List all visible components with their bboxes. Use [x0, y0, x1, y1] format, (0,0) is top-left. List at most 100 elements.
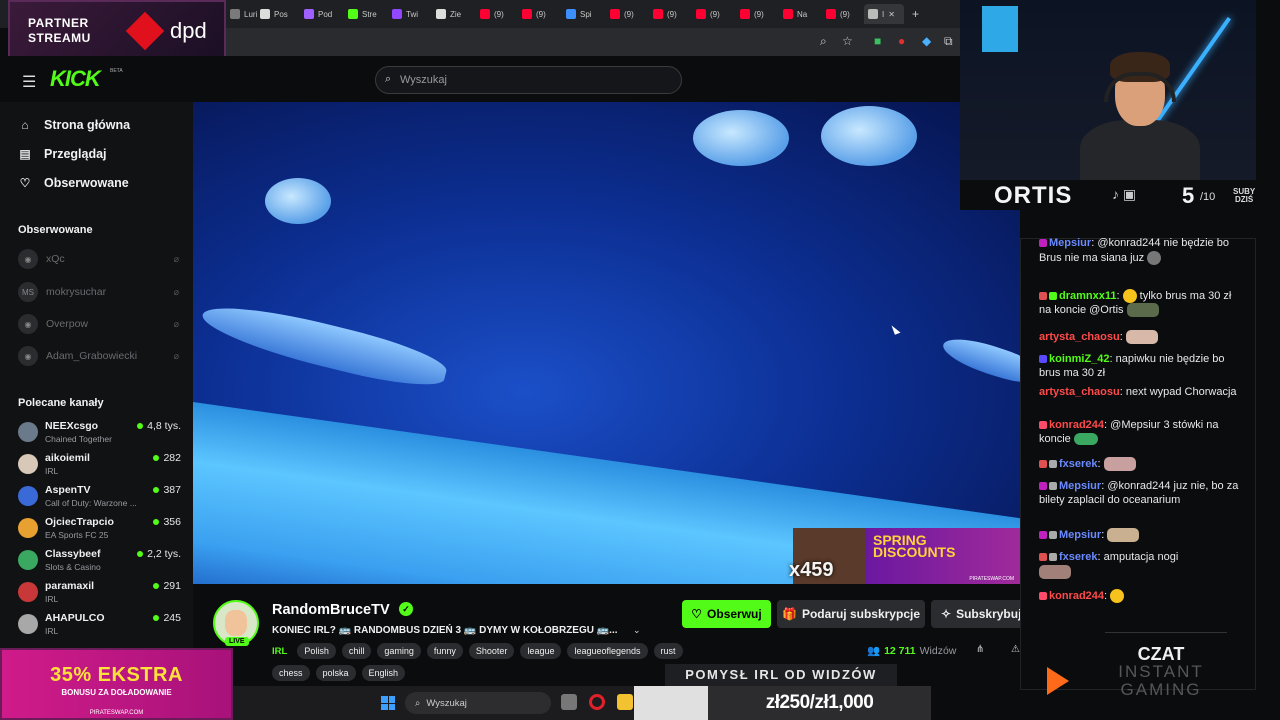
browser-tab[interactable]: Stre — [344, 4, 384, 24]
share-icon[interactable]: ⋔ — [976, 644, 984, 655]
browser-tab[interactable]: (9) — [649, 4, 689, 24]
browser-tab[interactable]: Spi — [562, 4, 602, 24]
browser-tab[interactable]: Pod — [300, 4, 340, 24]
extension-icon[interactable]: ● — [898, 34, 905, 48]
taskbar-search[interactable]: ⌕ Wyszukaj — [405, 692, 551, 714]
kick-logo[interactable]: KICK — [50, 66, 101, 92]
monitor — [982, 6, 1018, 52]
extension-icon[interactable]: ◆ — [922, 34, 931, 48]
address-bar[interactable]: ⌕ ☆ ■ ● ◆ ⧉ — [226, 28, 960, 56]
browser-tab-active[interactable]: I ✕ — [864, 4, 904, 24]
live-dot-icon — [137, 551, 144, 557]
zoom-icon[interactable]: ⌕ — [820, 34, 827, 49]
right-edge — [1256, 0, 1280, 720]
browser-tab[interactable]: (9) — [606, 4, 646, 24]
search-box[interactable]: ⌕ — [375, 66, 682, 94]
followed-channel[interactable]: ◉ xQc ⌀ — [18, 248, 183, 270]
offline-icon: ⌀ — [173, 253, 179, 264]
partner-line1: PARTNER — [28, 16, 89, 30]
recommended-channel[interactable]: Classybeef Slots & Casino 2,2 tys. — [18, 548, 183, 576]
tab-favicon — [783, 9, 793, 19]
chevron-down-icon[interactable]: ⌄ — [633, 625, 641, 636]
recommended-channel[interactable]: OjciecTrapcio EA Sports FC 25 356 — [18, 516, 183, 544]
bookmark-star-icon[interactable]: ☆ — [842, 34, 853, 48]
chat-message: Mepsiur: — [1039, 528, 1239, 542]
report-icon[interactable]: ⚠ — [1011, 644, 1020, 655]
followed-channel[interactable]: MS mokrysuchar ⌀ — [18, 281, 183, 303]
recommended-heading: Polecane kanały — [18, 397, 104, 409]
fish — [265, 178, 331, 224]
subscribe-button[interactable]: ✧ Subskrybuj — [931, 600, 1031, 628]
close-tab-icon[interactable]: ✕ — [888, 10, 895, 19]
tag[interactable]: Polish — [297, 643, 336, 659]
tag[interactable]: rust — [653, 643, 683, 659]
tag[interactable]: English — [361, 665, 406, 681]
video-player[interactable]: x459 SPRING DISCOUNTS PIRATESWAP.COM — [193, 102, 1020, 584]
badge-icon — [1049, 553, 1057, 562]
menu-icon[interactable]: ☰ — [22, 72, 36, 92]
recommended-channel[interactable]: aikoiemil IRL 282 — [18, 452, 183, 480]
browser-tab[interactable]: Na — [779, 4, 819, 24]
alert-image: x459 — [789, 528, 865, 584]
browser-tab[interactable]: Twi — [388, 4, 428, 24]
site-header: ☰ KICK BETA ⌕ — [0, 56, 960, 102]
browser-tab[interactable]: (9) — [822, 4, 862, 24]
sidebar-item-browse[interactable]: ▤ Przeglądaj — [18, 147, 106, 161]
tag[interactable]: league — [520, 643, 562, 659]
tab-favicon — [740, 9, 750, 19]
task-view-icon[interactable] — [561, 694, 577, 710]
chat-panel-title: CZAT — [1137, 644, 1185, 664]
sidebar-item-home[interactable]: ⌂ Strona główna — [18, 118, 130, 132]
followed-channel[interactable]: ◉ Adam_Grabowiecki ⌀ — [18, 345, 183, 367]
tag[interactable]: gaming — [377, 643, 421, 659]
search-input[interactable] — [400, 72, 670, 88]
recommended-channel[interactable]: NEEXcsgo Chained Together 4,8 tys. — [18, 420, 183, 448]
opera-icon[interactable] — [589, 694, 605, 710]
promo-site: PIRATESWAP.COM — [89, 710, 144, 716]
recommended-channel[interactable]: AspenTV Call of Duty: Warzone ... 387 — [18, 484, 183, 512]
follow-button[interactable]: ♡ Obserwuj — [682, 600, 771, 628]
browse-icon: ▤ — [19, 147, 31, 161]
tab-favicon — [653, 9, 663, 19]
sidebar-item-following[interactable]: ♡ Obserwowane — [18, 176, 129, 190]
instant-gaming-logo-icon — [1047, 667, 1069, 695]
tab-favicon — [436, 9, 446, 19]
followed-channel[interactable]: ◉ Overpow ⌀ — [18, 313, 183, 335]
new-tab-button[interactable]: + — [908, 4, 948, 24]
tag[interactable]: chill — [341, 643, 372, 659]
avatar — [18, 550, 38, 570]
extension-icon[interactable]: ■ — [874, 34, 881, 48]
browser-tab[interactable]: (9) — [518, 4, 558, 24]
browser-tab[interactable]: Pos — [256, 4, 296, 24]
gift-subs-button[interactable]: 🎁 Podaruj subskrypcje — [777, 600, 925, 628]
tag[interactable]: leagueoflegends — [567, 643, 648, 659]
promo-headline: 35% EKSTRA — [50, 664, 183, 686]
viewers-icon: 👥 — [867, 645, 881, 657]
folder-icon[interactable] — [617, 694, 633, 710]
chat-message: konrad244: — [1039, 589, 1239, 603]
live-dot-icon — [137, 423, 144, 429]
live-dot-icon — [153, 455, 160, 461]
browser-tab[interactable]: (9) — [736, 4, 776, 24]
chat-message: dramnxx11: tylko brus ma 30 zł na koncie… — [1039, 289, 1232, 318]
tag[interactable]: chess — [272, 665, 310, 681]
fish — [821, 106, 917, 166]
windows-start-icon[interactable] — [381, 696, 395, 710]
live-dot-icon — [153, 487, 160, 493]
tag[interactable]: funny — [426, 643, 463, 659]
offline-icon: ⌀ — [173, 286, 179, 297]
chat-message: artysta_chaosu: next wypad Chorwacja — [1039, 386, 1237, 398]
streamer-name[interactable]: RandomBruceTV — [272, 602, 390, 618]
category-link[interactable]: IRL — [272, 646, 287, 657]
chat-message: Mepsiur: @konrad244 nie będzie bo Brus n… — [1039, 237, 1229, 265]
tag[interactable]: polska — [315, 665, 356, 681]
browser-tab[interactable]: Zie — [432, 4, 472, 24]
extensions-puzzle-icon[interactable]: ⧉ — [944, 34, 953, 49]
browser-tab[interactable]: (9) — [692, 4, 732, 24]
goal-label: zł250/zł1,000 — [708, 686, 931, 720]
browser-tab[interactable]: (9) — [476, 4, 516, 24]
badge-icon — [1039, 553, 1047, 562]
tag[interactable]: Shooter — [468, 643, 515, 659]
recommended-channel[interactable]: AHAPULCO IRL 245 — [18, 612, 183, 640]
recommended-channel[interactable]: paramaxil IRL 291 — [18, 580, 183, 608]
